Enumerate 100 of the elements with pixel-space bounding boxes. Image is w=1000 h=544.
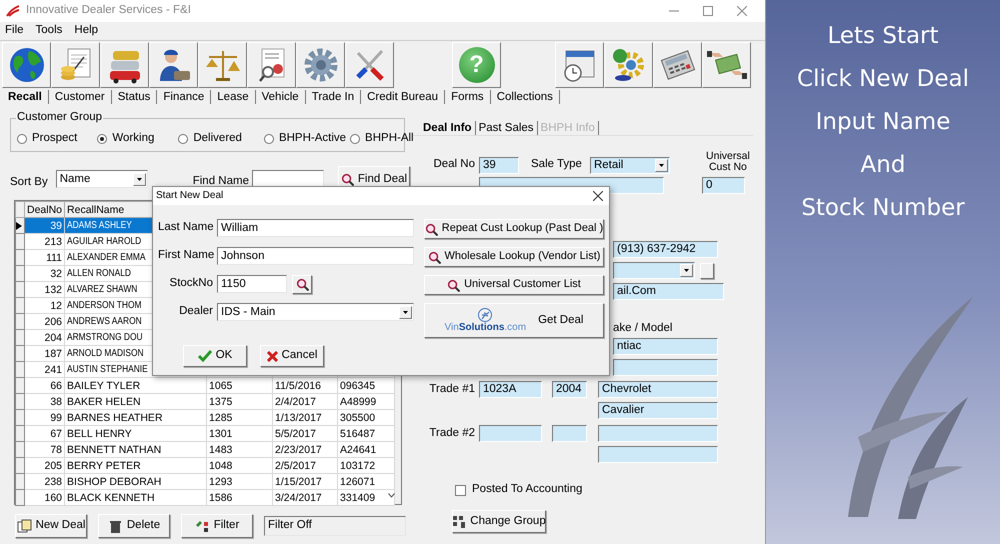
table-cell: BAILEY TYLER: [64, 378, 207, 394]
table-cell: ANDERSON THOM: [67, 299, 142, 313]
trade-label: Trade #2: [428, 426, 476, 440]
menu-item[interactable]: File: [5, 24, 24, 38]
radio-option[interactable]: Prospect: [17, 132, 78, 146]
radio-option[interactable]: BHPH-All: [350, 132, 414, 146]
tab[interactable]: Lease: [210, 90, 255, 104]
tab[interactable]: Collections: [490, 90, 560, 104]
table-cell: 3/24/2017: [272, 490, 338, 506]
table-cell: 516487: [338, 426, 395, 442]
table-cell: ADAMS ASHLEY: [67, 219, 132, 233]
table-cell: 187: [24, 346, 65, 362]
sale-type-label: Sale Type: [531, 158, 582, 172]
menu-item[interactable]: Help: [74, 24, 98, 38]
tab[interactable]: Trade In: [304, 90, 360, 104]
table-cell: 1293: [206, 474, 273, 490]
table-cell: BARNES HEATHER: [64, 410, 207, 426]
lookup-button[interactable]: Universal Customer List: [424, 275, 604, 295]
table-cell: 126071: [338, 474, 395, 490]
new-deal-button[interactable]: New Deal: [15, 514, 87, 538]
checkbox-label: Posted To Accounting: [472, 483, 582, 497]
table-cell: 66: [24, 378, 65, 394]
radio-label: Delivered: [193, 132, 242, 146]
phone-field[interactable]: (913) 637-2942: [613, 241, 718, 258]
table-cell: 5/5/2017: [272, 426, 338, 442]
stock-no-label: StockNo: [168, 277, 213, 291]
table-cell: 2/23/2017: [272, 442, 338, 458]
tab[interactable]: Credit Bureau: [360, 90, 444, 104]
universal-cust-no-field[interactable]: 0: [702, 177, 745, 194]
table-cell: ARNOLD MADISON: [67, 347, 144, 361]
table-cell: 241: [24, 362, 65, 378]
trade-model-field[interactable]: Cavalier: [598, 402, 718, 419]
tab[interactable]: Deal Info: [420, 120, 475, 134]
radio-option[interactable]: Delivered: [178, 132, 242, 146]
tab[interactable]: Finance: [156, 90, 210, 104]
lookup-button[interactable]: Repeat Cust Lookup (Past Deal ): [424, 219, 604, 239]
deal-no-field[interactable]: 39: [479, 156, 519, 174]
column-header[interactable]: DealNo: [24, 202, 65, 218]
email-field[interactable]: ail.Com: [613, 283, 724, 300]
table-cell: 2/4/2017: [272, 394, 338, 410]
table-cell: BENNETT NATHAN: [64, 442, 207, 458]
cancel-button[interactable]: Cancel: [260, 345, 324, 367]
radio-label: BHPH-All: [365, 132, 414, 146]
table-cell: ALEXANDER EMMA: [67, 251, 146, 265]
lookup-button[interactable]: Wholesale Lookup (Vendor List): [424, 247, 604, 267]
radio-option[interactable]: BHPH-Active: [264, 132, 346, 146]
table-cell: A24641: [338, 442, 395, 458]
ok-button[interactable]: OK: [183, 345, 247, 367]
trade-stock-field[interactable]: 1023A: [479, 381, 542, 398]
first-name-field[interactable]: Johnson: [217, 247, 414, 265]
trade-year-field[interactable]: 2004: [552, 381, 587, 398]
table-cell: 1483: [206, 442, 273, 458]
table-cell: BAKER HELEN: [64, 394, 207, 410]
last-name-field[interactable]: William: [217, 219, 414, 237]
table-cell: BERRY PETER: [64, 458, 207, 474]
table-cell: ALVAREZ SHAWN: [67, 283, 138, 297]
radio-option[interactable]: Working: [97, 132, 154, 146]
table-cell: 205: [24, 458, 65, 474]
find-name-label: Find Name: [192, 174, 249, 188]
tab[interactable]: Vehicle: [254, 90, 305, 104]
table-cell: AGUILAR HAROLD: [67, 235, 142, 249]
filter-button[interactable]: Filter: [181, 514, 253, 538]
tab[interactable]: Customer: [48, 90, 111, 104]
tab[interactable]: Forms: [444, 90, 490, 104]
tab[interactable]: Past Sales: [474, 120, 537, 134]
table-cell: 1285: [206, 410, 273, 426]
trade-label: Trade #1: [428, 382, 476, 396]
banner-text: Click New Deal: [797, 65, 969, 94]
dealer-label: Dealer: [178, 305, 213, 319]
table-cell: 1375: [206, 394, 273, 410]
sale-type-select[interactable]: Retail: [590, 156, 670, 174]
table-cell: 096345: [338, 378, 395, 394]
sort-by-label: Sort By: [10, 176, 48, 190]
sort-by-select[interactable]: Name: [56, 170, 148, 188]
change-group-button[interactable]: Change Group: [452, 510, 546, 533]
dealer-select[interactable]: IDS - Main: [217, 303, 414, 321]
table-cell: 132: [24, 282, 65, 298]
vehicle-make-field[interactable]: ntiac: [613, 338, 718, 355]
table-cell: 1586: [206, 490, 273, 506]
table-cell: 238: [24, 474, 65, 490]
help-icon: ?: [458, 47, 494, 83]
first-name-label: First Name: [158, 249, 213, 263]
banner-text: Input Name: [816, 108, 950, 137]
tab: BHPH Info: [536, 120, 599, 134]
table-cell: 204: [24, 330, 65, 346]
table-cell: 305500: [338, 410, 395, 426]
menu-item[interactable]: Tools: [36, 24, 62, 38]
table-cell: 1/15/2017: [272, 474, 338, 490]
tab[interactable]: Status: [110, 90, 156, 104]
table-cell: 39: [24, 218, 65, 234]
group-title: Customer Group: [16, 111, 104, 125]
delete-button[interactable]: Delete: [98, 514, 170, 538]
get-deal-button[interactable]: VinSolutions.com Get Deal: [424, 303, 604, 338]
table-cell: 99: [24, 410, 65, 426]
window-title: Innovative Dealer Services - F&I: [26, 4, 191, 18]
trade-make-field[interactable]: Chevrolet: [598, 381, 718, 398]
stock-no-field[interactable]: 1150: [217, 275, 287, 293]
table-cell: 213: [24, 234, 65, 250]
tab[interactable]: Recall: [2, 90, 48, 104]
table-cell: BLACK KENNETH: [64, 490, 207, 506]
